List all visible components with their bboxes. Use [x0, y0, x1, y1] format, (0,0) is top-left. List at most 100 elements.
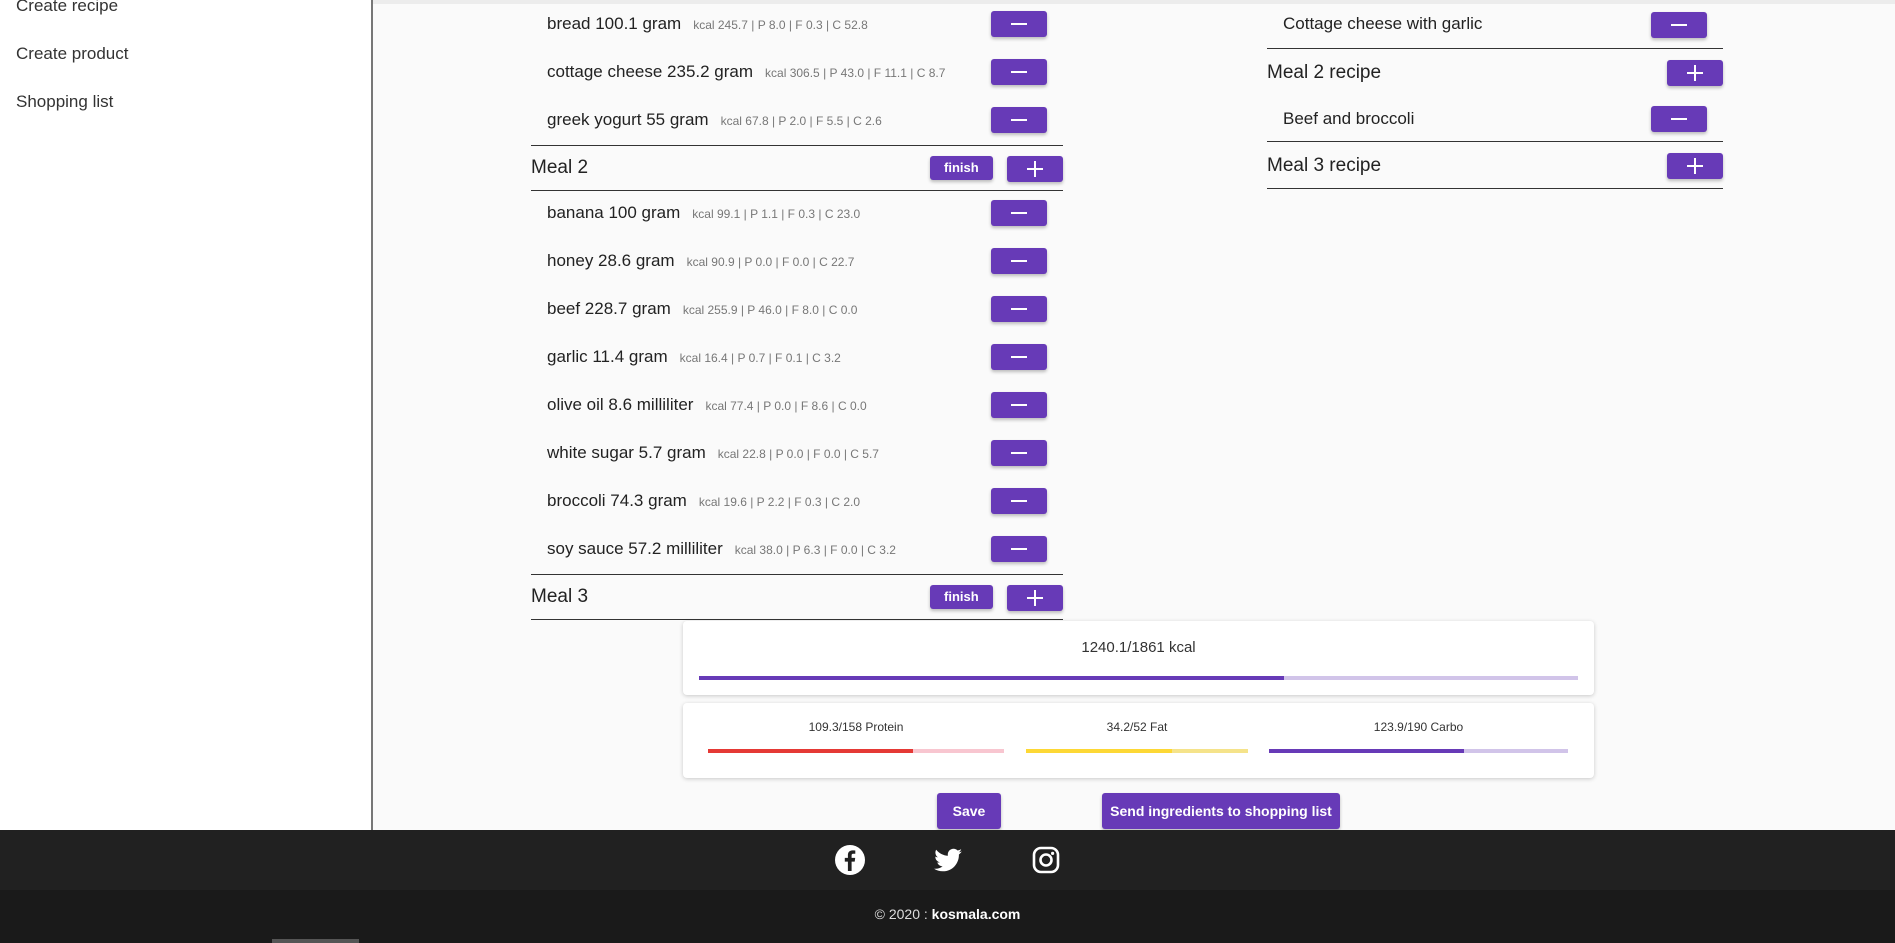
minus-icon [1011, 308, 1027, 310]
site-link[interactable]: kosmala.com [932, 906, 1021, 922]
ingredient-macros: kcal 22.8 | P 0.0 | F 0.0 | C 5.7 [717, 447, 879, 461]
ingredient-macros: kcal 99.1 | P 1.1 | F 0.3 | C 23.0 [692, 207, 861, 221]
ingredient-row: olive oil 8.6 milliliter kcal 77.4 | P 0.… [531, 381, 1063, 429]
meal-3-title: Meal 3 [531, 586, 589, 607]
ingredient-macros: kcal 38.0 | P 6.3 | F 0.0 | C 3.2 [734, 543, 896, 557]
meal-2-add-button[interactable] [1007, 156, 1063, 182]
copyright-text: © 2020 : kosmala.com [0, 906, 1895, 922]
instagram-icon[interactable] [1030, 844, 1062, 876]
minus-icon [1011, 500, 1027, 502]
remove-ingredient-button[interactable] [991, 296, 1047, 322]
kcal-summary-text: 1240.1/1861 kcal [1081, 639, 1196, 656]
remove-recipe-button[interactable] [1651, 12, 1707, 38]
minus-icon [1011, 452, 1027, 454]
recipe-name: Cottage cheese with garlic [1283, 14, 1483, 33]
remove-ingredient-button[interactable] [991, 392, 1047, 418]
ingredient-macros: kcal 16.4 | P 0.7 | F 0.1 | C 3.2 [679, 351, 841, 365]
carbo-summary-text: 123.9/190 Carbo [1373, 720, 1464, 734]
remove-ingredient-button[interactable] [991, 440, 1047, 466]
protein-summary-text: 109.3/158 Protein [808, 720, 904, 734]
fat-progress-fill [1026, 749, 1173, 753]
ingredient-label: banana 100 gram kcal 99.1 | P 1.1 | F 0.3… [547, 203, 860, 223]
sidebar-item-shopping-list[interactable]: Shopping list [16, 92, 113, 112]
ingredient-label: bread 100.1 gram kcal 245.7 | P 8.0 | F 0… [547, 14, 868, 34]
ingredient-name: honey 28.6 gram [547, 251, 675, 270]
ingredient-macros: kcal 67.8 | P 2.0 | F 5.5 | C 2.6 [720, 114, 882, 128]
minus-icon [1011, 119, 1027, 121]
recipe-row: Beef and broccoli [1267, 96, 1723, 142]
meal-2-finish-button[interactable]: finish [930, 156, 993, 180]
ingredient-name: broccoli 74.3 gram [547, 491, 687, 510]
kcal-progress-bar [699, 676, 1578, 680]
facebook-icon[interactable] [834, 844, 866, 876]
minus-icon [1011, 404, 1027, 406]
copyright-prefix: © 2020 : [874, 906, 928, 922]
ingredient-row: white sugar 5.7 gram kcal 22.8 | P 0.0 | … [531, 429, 1063, 477]
carbo-progress-fill [1269, 749, 1464, 753]
ingredient-name: white sugar 5.7 gram [547, 443, 706, 462]
meal-2-header: Meal 2 finish [531, 145, 1063, 191]
remove-ingredient-button[interactable] [991, 107, 1047, 133]
remove-ingredient-button[interactable] [991, 344, 1047, 370]
footer-copyright-bar: © 2020 : kosmala.com [0, 890, 1895, 943]
meal-2-add-recipe-button[interactable] [1667, 60, 1723, 86]
sidebar-item-create-product[interactable]: Create product [16, 44, 128, 64]
remove-ingredient-button[interactable] [991, 11, 1047, 37]
recipe-name: Beef and broccoli [1283, 108, 1415, 128]
ingredient-row: banana 100 gram kcal 99.1 | P 1.1 | F 0.3… [531, 189, 1063, 237]
ingredient-row: soy sauce 57.2 milliliter kcal 38.0 | P 6… [531, 525, 1063, 573]
send-to-shopping-list-button[interactable]: Send ingredients to shopping list [1102, 793, 1340, 829]
fat-progress-bar [1026, 749, 1248, 753]
ingredient-macros: kcal 306.5 | P 43.0 | F 11.1 | C 8.7 [765, 66, 946, 80]
ingredient-label: greek yogurt 55 gram kcal 67.8 | P 2.0 | … [547, 110, 882, 130]
minus-icon [1011, 260, 1027, 262]
meal-2-recipe-header: Meal 2 recipe [1267, 50, 1723, 96]
ingredient-row: cottage cheese 235.2 gram kcal 306.5 | P … [531, 48, 1063, 96]
ingredient-macros: kcal 19.6 | P 2.2 | F 0.3 | C 2.0 [698, 495, 861, 509]
ingredient-label: broccoli 74.3 gram kcal 19.6 | P 2.2 | F … [547, 491, 860, 511]
minus-icon [1011, 23, 1027, 25]
meal-3-recipe-header: Meal 3 recipe [1267, 143, 1723, 189]
remove-ingredient-button[interactable] [991, 59, 1047, 85]
remove-ingredient-button[interactable] [991, 248, 1047, 274]
remove-ingredient-button[interactable] [991, 200, 1047, 226]
ingredient-name: garlic 11.4 gram [547, 347, 668, 366]
ingredient-label: beef 228.7 gram kcal 255.9 | P 46.0 | F 8… [547, 299, 857, 319]
remove-recipe-button[interactable] [1651, 106, 1707, 132]
meal-3-add-button[interactable] [1007, 585, 1063, 611]
ingredient-row: broccoli 74.3 gram kcal 19.6 | P 2.2 | F … [531, 477, 1063, 525]
save-button[interactable]: Save [937, 793, 1001, 829]
recipe-row: Cottage cheese with garlic [1267, 0, 1723, 49]
horizontal-scrollbar-thumb[interactable] [272, 939, 359, 943]
minus-icon [1011, 71, 1027, 73]
twitter-icon[interactable] [932, 844, 964, 876]
ingredient-label: cottage cheese 235.2 gram kcal 306.5 | P … [547, 62, 945, 82]
minus-icon [1011, 212, 1027, 214]
meal-3-add-recipe-button[interactable] [1667, 153, 1723, 179]
ingredient-macros: kcal 255.9 | P 46.0 | F 8.0 | C 0.0 [682, 303, 858, 317]
remove-ingredient-button[interactable] [991, 488, 1047, 514]
ingredient-macros: kcal 77.4 | P 0.0 | F 8.6 | C 0.0 [705, 399, 867, 413]
meal-3-finish-button[interactable]: finish [930, 585, 993, 609]
carbo-progress-bar [1269, 749, 1568, 753]
ingredient-row: beef 228.7 gram kcal 255.9 | P 46.0 | F 8… [531, 285, 1063, 333]
minus-icon [1011, 548, 1027, 550]
plus-icon [1027, 161, 1043, 177]
ingredient-label: garlic 11.4 gram kcal 16.4 | P 0.7 | F 0.… [547, 347, 841, 367]
ingredient-macros: kcal 245.7 | P 8.0 | F 0.3 | C 52.8 [693, 18, 868, 32]
protein-progress-fill [708, 749, 913, 753]
sidebar-item-create-recipe[interactable]: Create recipe [16, 0, 118, 16]
minus-icon [1671, 118, 1687, 120]
plus-icon [1027, 590, 1043, 606]
ingredient-macros: kcal 90.9 | P 0.0 | F 0.0 | C 22.7 [686, 255, 855, 269]
remove-ingredient-button[interactable] [991, 536, 1047, 562]
meal-2-title: Meal 2 [531, 157, 589, 178]
ingredient-row: honey 28.6 gram kcal 90.9 | P 0.0 | F 0.0… [531, 237, 1063, 285]
ingredient-name: greek yogurt 55 gram [547, 110, 709, 129]
ingredient-row: greek yogurt 55 gram kcal 67.8 | P 2.0 | … [531, 96, 1063, 144]
ingredient-label: olive oil 8.6 milliliter kcal 77.4 | P 0.… [547, 395, 867, 415]
ingredient-label: soy sauce 57.2 milliliter kcal 38.0 | P 6… [547, 539, 896, 559]
meal-2-recipe-title: Meal 2 recipe [1267, 62, 1382, 83]
ingredient-name: olive oil 8.6 milliliter [547, 395, 694, 414]
kcal-progress-fill [699, 676, 1285, 680]
